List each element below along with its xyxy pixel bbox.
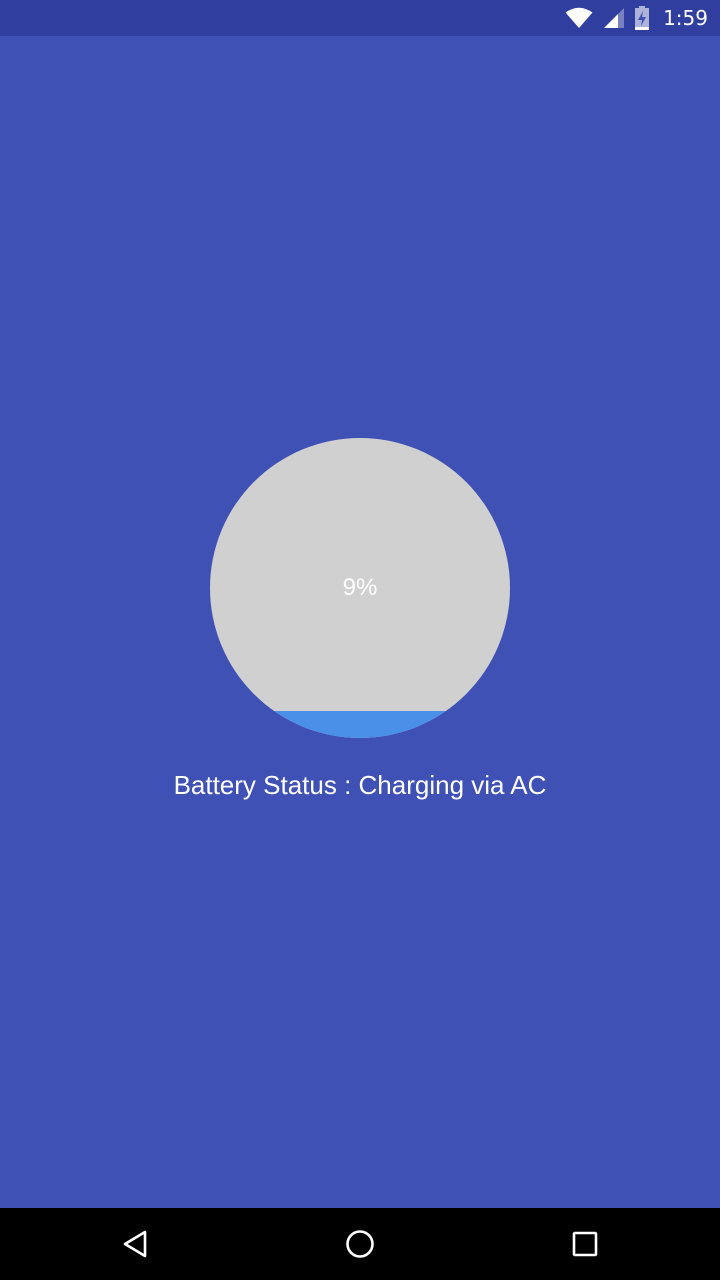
wifi-icon — [565, 7, 593, 29]
home-icon — [345, 1229, 375, 1259]
status-time: 1:59 — [663, 6, 708, 30]
home-button[interactable] — [340, 1224, 380, 1264]
navigation-bar — [0, 1208, 720, 1280]
status-icons: 1:59 — [565, 0, 708, 36]
back-icon — [122, 1230, 150, 1258]
battery-status-text: Battery Status : Charging via AC — [173, 770, 547, 800]
recents-button[interactable] — [565, 1224, 605, 1264]
back-button[interactable] — [116, 1224, 156, 1264]
status-bar: 1:59 — [0, 0, 720, 36]
cell-signal-icon — [603, 7, 625, 29]
recents-icon — [572, 1231, 598, 1257]
app-body: 9% Battery Status : Charging via AC — [0, 36, 720, 1208]
battery-level-label: 9% — [342, 574, 378, 601]
battery-charging-icon — [635, 6, 650, 30]
battery-level-gauge: 9% — [210, 438, 510, 738]
